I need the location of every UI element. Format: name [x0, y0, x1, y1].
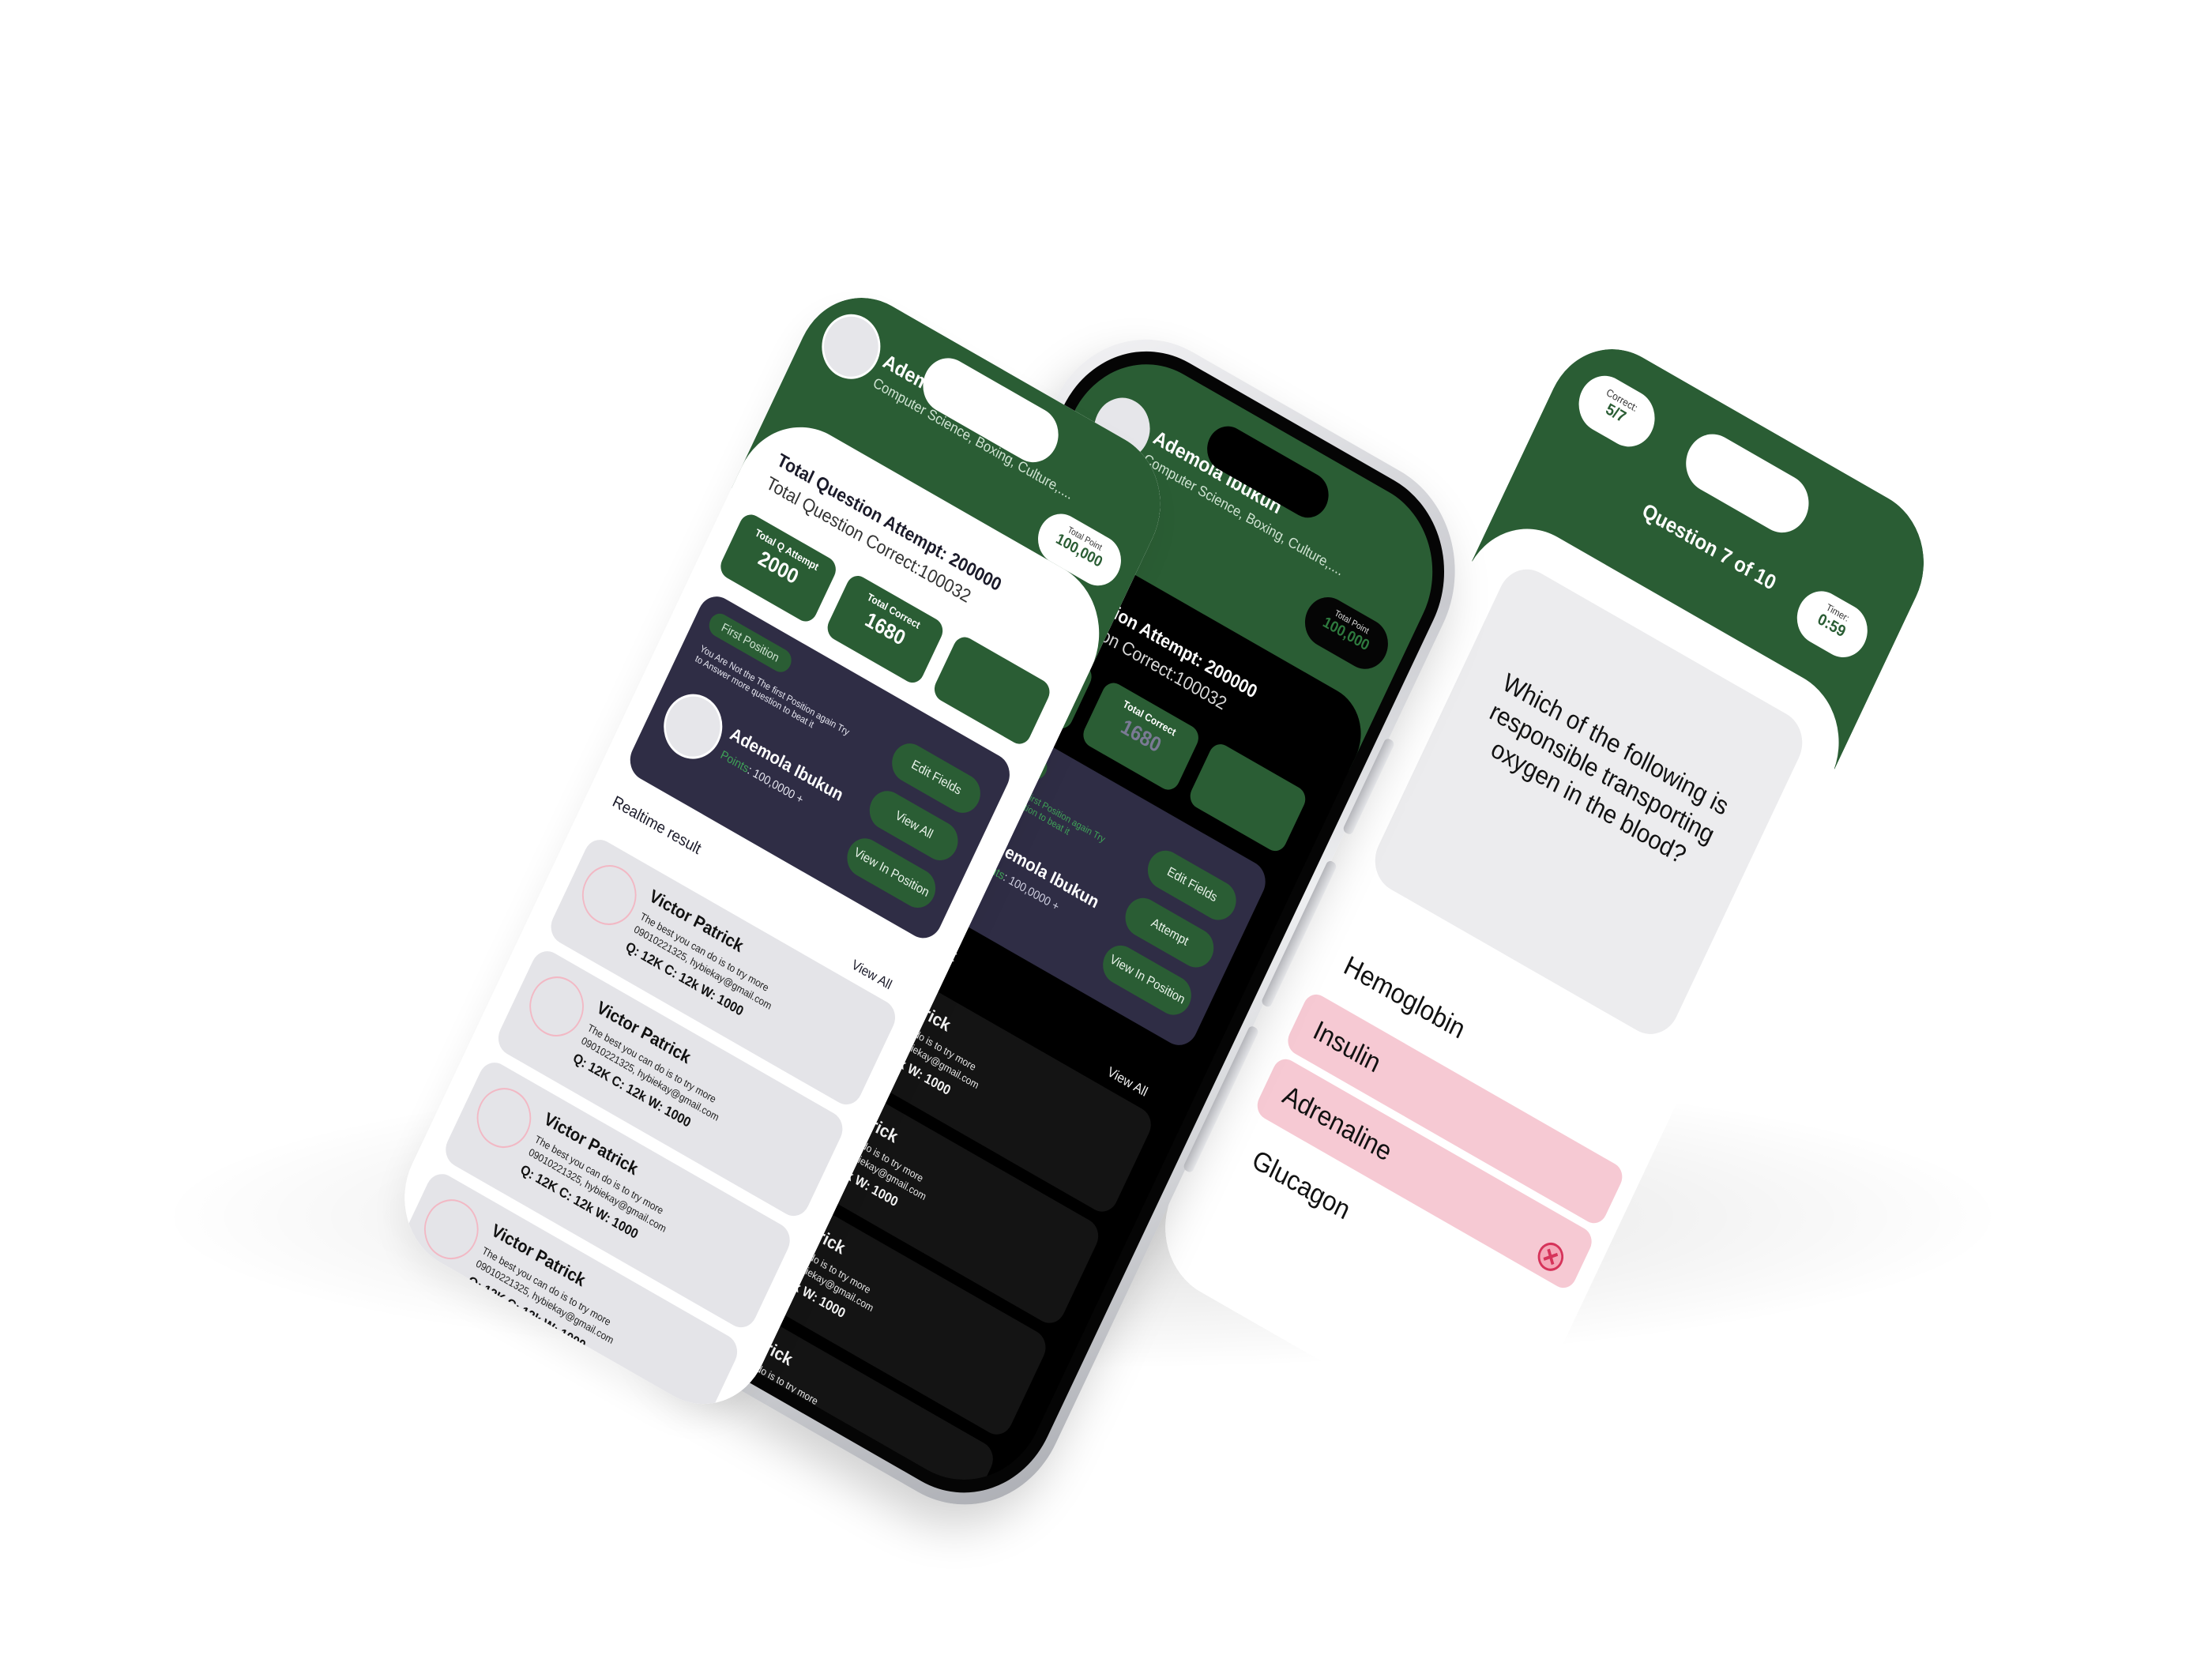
dynamic-island: [1676, 423, 1819, 543]
correct-pill: Correct: 5/7: [1570, 366, 1664, 457]
avatar-ring: [572, 854, 646, 936]
close-circle-icon: [1537, 1227, 1574, 1271]
avatar-ring: [467, 1078, 541, 1159]
avatar-ring: [520, 965, 593, 1048]
question-text: Which of the following is responsible tr…: [1485, 667, 1733, 870]
total-point-pill: Total Point 100,000: [1296, 588, 1396, 678]
